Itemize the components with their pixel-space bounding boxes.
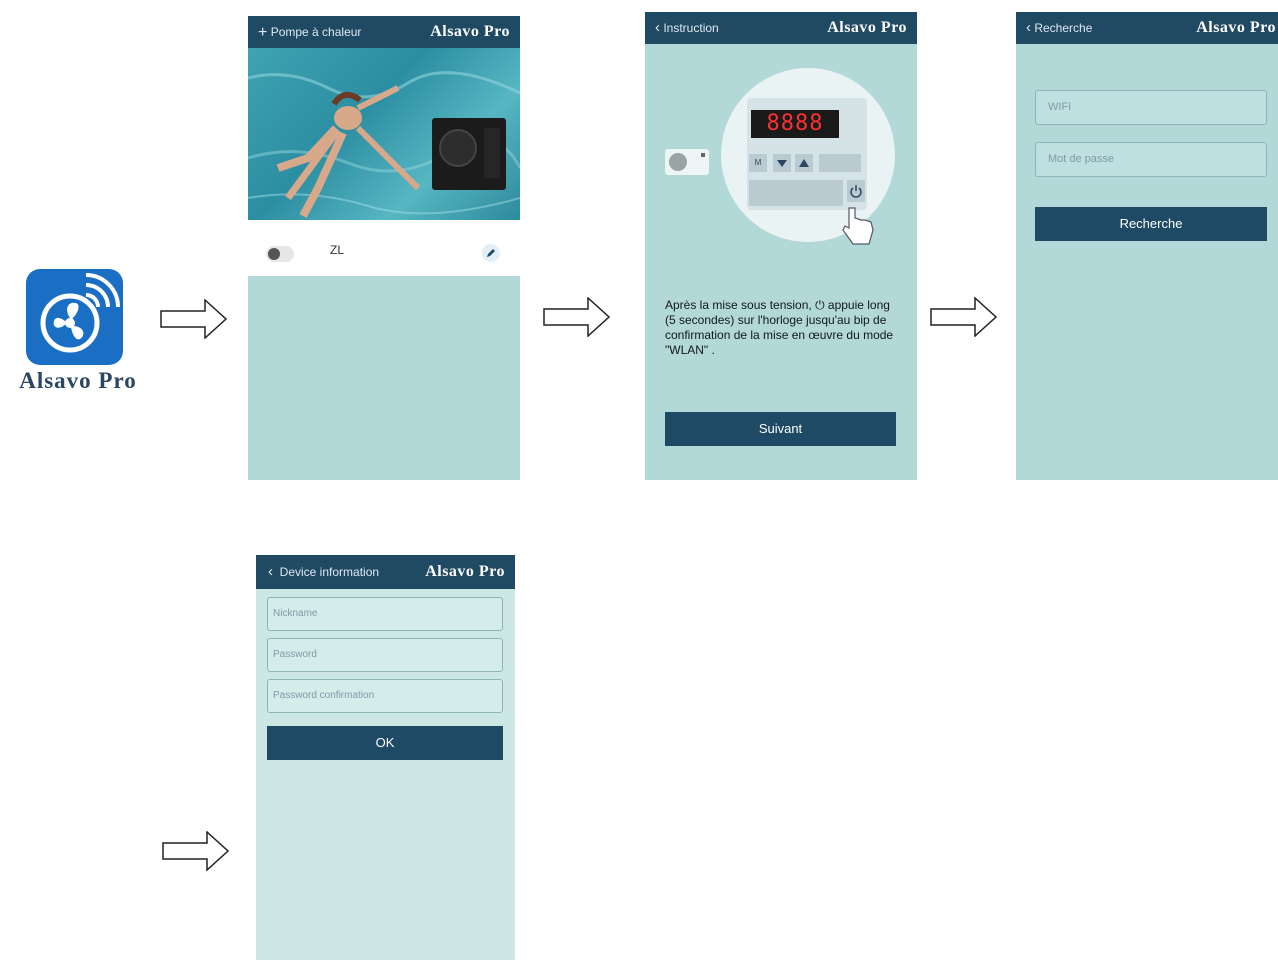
chevron-left-icon: ‹ [655,19,660,36]
instruction-text: Après la mise sous tension, ⏻ appuie lon… [665,298,894,357]
screen-search: ‹ Recherche Alsavo Pro WIFI Mot de passe… [1016,12,1278,480]
app-icon[interactable] [26,269,123,365]
device-row[interactable]: ZL [248,220,520,276]
triangle-down-icon [777,160,787,167]
toggle-knob [268,248,280,260]
outdoor-unit-image [665,149,709,175]
screen-device-list: + Pompe à chaleur Alsavo Pro ZL [248,16,520,480]
m-key: M [749,154,767,172]
indicator-panel [819,154,861,172]
arrow-right-icon [930,297,998,337]
power-key [847,180,865,202]
led-display: 8888 [751,110,839,138]
controller-circle: 8888 M [721,68,895,245]
wifi-field[interactable]: WIFI [1035,90,1267,125]
lower-panel [749,180,843,206]
header-bar: ‹ Instruction Alsavo Pro [645,12,917,44]
back-button[interactable]: ‹ Device information [268,555,379,589]
device-name: ZL [330,243,345,257]
password-field[interactable]: Mot de passe [1035,142,1267,177]
power-icon [850,185,862,198]
brand-title: Alsavo Pro [827,19,907,36]
chevron-left-icon: ‹ [1026,19,1031,36]
password-confirmation-field[interactable]: Password confirmation [267,679,503,713]
nickname-field[interactable]: Nickname [267,597,503,631]
brand-title: Alsavo Pro [425,563,505,580]
down-key [773,154,791,172]
brand-title: Alsavo Pro [430,23,510,40]
back-button[interactable]: ‹ Instruction [655,12,719,44]
controller-panel: 8888 M [747,98,867,210]
screen-instruction: ‹ Instruction Alsavo Pro 8888 M Après la… [645,12,917,480]
plus-icon: + [258,24,268,41]
app-name-label: Alsavo Pro [19,368,137,393]
pool-image [248,48,520,220]
back-button[interactable]: ‹ Recherche [1026,12,1092,44]
fan-wifi-icon [40,273,120,353]
up-key [795,154,813,172]
edit-button[interactable] [482,244,500,262]
hand-pointer-icon [842,207,874,245]
password-field[interactable]: Password [267,638,503,672]
triangle-up-icon [799,159,809,167]
header-bar: ‹ Recherche Alsavo Pro [1016,12,1278,44]
screen-device-information: ‹ Device information Alsavo Pro Nickname… [256,555,515,960]
power-toggle[interactable] [266,246,294,262]
search-button[interactable]: Recherche [1035,207,1267,241]
add-device-button[interactable]: + Pompe à chaleur [258,16,361,48]
next-button[interactable]: Suivant [665,412,896,446]
chevron-left-icon: ‹ [268,563,273,580]
ok-button[interactable]: OK [267,726,503,760]
brand-title: Alsavo Pro [1196,19,1276,36]
pencil-icon [487,249,495,257]
arrow-right-icon [162,831,230,871]
header-bar: ‹ Device information Alsavo Pro [256,555,515,589]
header-bar: + Pompe à chaleur Alsavo Pro [248,16,520,48]
arrow-right-icon [160,299,228,339]
arrow-right-icon [543,297,611,337]
